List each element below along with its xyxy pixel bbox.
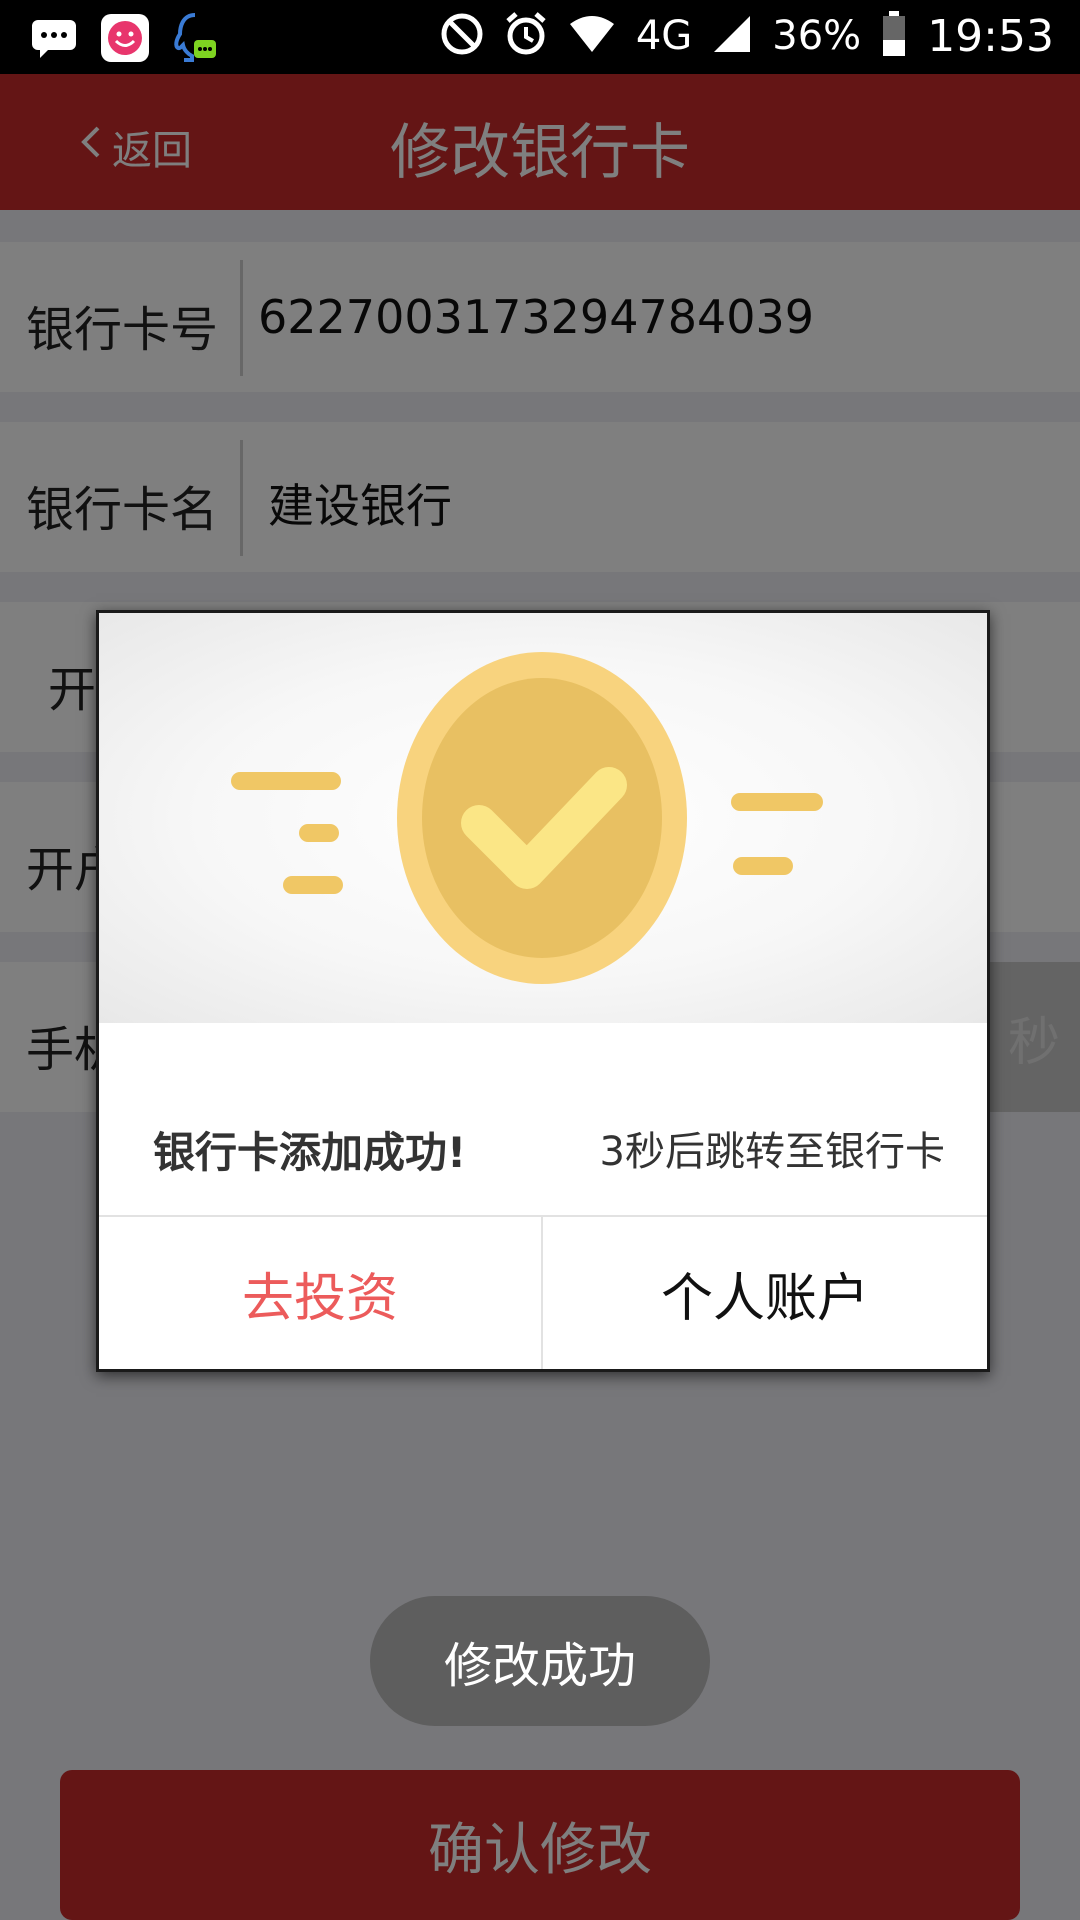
do-not-disturb-icon: [440, 12, 484, 60]
status-right-icons: 4G 36% 19:53: [440, 10, 1054, 62]
message-icon: [30, 18, 78, 62]
personal-account-button[interactable]: 个人账户: [543, 1217, 987, 1369]
invest-button[interactable]: 去投资: [99, 1217, 541, 1369]
dialog-message: 银行卡添加成功!: [153, 1128, 467, 1177]
battery-percent: 36%: [772, 13, 862, 59]
smile-app-icon: [100, 13, 150, 67]
status-bar: 4G 36% 19:53: [0, 0, 1080, 74]
check-coin-icon: [231, 652, 823, 984]
wifi-icon: [568, 14, 616, 58]
alarm-icon: [504, 11, 548, 61]
status-left-icons: [30, 12, 218, 68]
dialog-illustration: [99, 613, 987, 1023]
qq-chat-icon: [172, 12, 218, 68]
redirect-hint: 3秒后跳转至银行卡: [599, 1129, 945, 1175]
clock: 19:53: [927, 10, 1054, 62]
network-type: 4G: [635, 13, 693, 59]
cellular-signal-icon: [712, 14, 752, 58]
battery-icon: [881, 10, 907, 62]
success-dialog: 银行卡添加成功! 3秒后跳转至银行卡 去投资 个人账户: [96, 610, 990, 1372]
success-toast: 修改成功: [370, 1596, 710, 1726]
